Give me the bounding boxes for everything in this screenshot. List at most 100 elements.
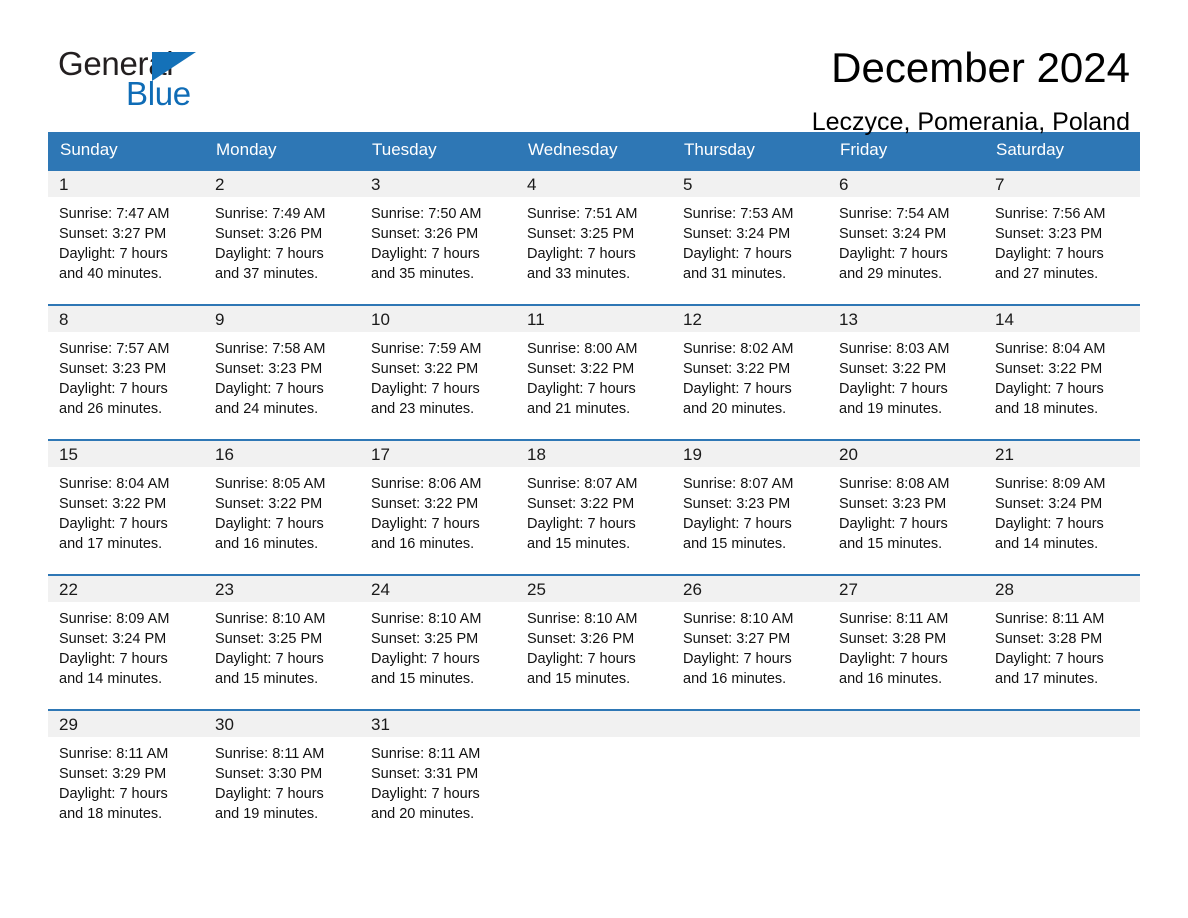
daylight-duration-line2: and 33 minutes. [527,266,631,282]
day-number: 9 [204,306,360,332]
calendar-day-cell[interactable]: 14 Sunrise: 8:04 AM Sunset: 3:22 PM Dayligh… [984,304,1140,440]
calendar-day-cell[interactable]: 30 Sunrise: 8:11 AM Sunset: 3:30 PM Dayligh… [204,709,360,845]
sunrise-time: Sunrise: 7:58 AM [215,341,326,357]
daylight-duration-line1: Daylight: 7 hours [59,381,168,397]
calendar-day-cell[interactable]: 22 Sunrise: 8:09 AM Sunset: 3:24 PM Dayligh… [48,574,204,710]
day-details: Sunrise: 7:50 AM Sunset: 3:26 PM Daylight:… [360,197,516,284]
daylight-duration-line2: and 20 minutes. [371,806,475,822]
calendar-day-cell[interactable]: 29 Sunrise: 8:11 AM Sunset: 3:29 PM Dayligh… [48,709,204,845]
daylight-duration-line1: Daylight: 7 hours [839,246,948,262]
calendar-day-cell[interactable]: 19 Sunrise: 8:07 AM Sunset: 3:23 PM Dayligh… [672,439,828,575]
sunrise-time: Sunrise: 8:03 AM [839,341,950,357]
day-details: Sunrise: 7:59 AM Sunset: 3:22 PM Daylight:… [360,332,516,419]
sunset-time: Sunset: 3:22 PM [683,361,791,377]
weekday-header-wednesday: Wednesday [516,132,672,170]
calendar-day-cell-empty [672,709,828,845]
daylight-duration-line1: Daylight: 7 hours [995,651,1104,667]
daylight-duration-line2: and 16 minutes. [215,536,319,552]
day-number: 14 [984,306,1140,332]
daylight-duration-line1: Daylight: 7 hours [527,651,636,667]
sunset-time: Sunset: 3:28 PM [839,631,947,647]
day-number: 21 [984,441,1140,467]
calendar-day-cell[interactable]: 4 Sunrise: 7:51 AM Sunset: 3:25 PM Daylight… [516,169,672,305]
calendar-day-cell[interactable]: 17 Sunrise: 8:06 AM Sunset: 3:22 PM Dayligh… [360,439,516,575]
calendar-day-cell[interactable]: 28 Sunrise: 8:11 AM Sunset: 3:28 PM Dayligh… [984,574,1140,710]
day-number: 10 [360,306,516,332]
day-details: Sunrise: 8:11 AM Sunset: 3:29 PM Daylight:… [48,737,204,824]
calendar-day-cell[interactable]: 1 Sunrise: 7:47 AM Sunset: 3:27 PM Daylight… [48,169,204,305]
daylight-duration-line2: and 15 minutes. [215,671,319,687]
calendar-day-cell-empty [516,709,672,845]
calendar-day-cell[interactable]: 27 Sunrise: 8:11 AM Sunset: 3:28 PM Dayligh… [828,574,984,710]
daylight-duration-line1: Daylight: 7 hours [995,381,1104,397]
calendar-day-cell[interactable]: 16 Sunrise: 8:05 AM Sunset: 3:22 PM Dayligh… [204,439,360,575]
calendar-week-row: 8 Sunrise: 7:57 AM Sunset: 3:23 PM Daylight… [48,304,1140,440]
calendar-day-cell[interactable]: 11 Sunrise: 8:00 AM Sunset: 3:22 PM Dayligh… [516,304,672,440]
calendar-day-cell[interactable]: 24 Sunrise: 8:10 AM Sunset: 3:25 PM Dayligh… [360,574,516,710]
day-number: 17 [360,441,516,467]
sunrise-time: Sunrise: 7:47 AM [59,206,170,222]
sunrise-time: Sunrise: 8:04 AM [995,341,1106,357]
day-number: 28 [984,576,1140,602]
daylight-duration-line2: and 29 minutes. [839,266,943,282]
general-blue-logo[interactable]: General Blue [58,42,218,116]
calendar-day-cell[interactable]: 5 Sunrise: 7:53 AM Sunset: 3:24 PM Daylight… [672,169,828,305]
calendar-day-cell[interactable]: 25 Sunrise: 8:10 AM Sunset: 3:26 PM Dayligh… [516,574,672,710]
day-number: 24 [360,576,516,602]
daylight-duration-line2: and 16 minutes. [839,671,943,687]
calendar-day-cell[interactable]: 2 Sunrise: 7:49 AM Sunset: 3:26 PM Daylight… [204,169,360,305]
day-details: Sunrise: 7:54 AM Sunset: 3:24 PM Daylight:… [828,197,984,284]
calendar-day-cell[interactable]: 3 Sunrise: 7:50 AM Sunset: 3:26 PM Daylight… [360,169,516,305]
calendar-day-cell[interactable]: 12 Sunrise: 8:02 AM Sunset: 3:22 PM Dayligh… [672,304,828,440]
sunset-time: Sunset: 3:24 PM [59,631,167,647]
calendar-day-cell[interactable]: 10 Sunrise: 7:59 AM Sunset: 3:22 PM Dayligh… [360,304,516,440]
day-number: 6 [828,171,984,197]
daylight-duration-line1: Daylight: 7 hours [683,246,792,262]
calendar-day-cell[interactable]: 20 Sunrise: 8:08 AM Sunset: 3:23 PM Dayligh… [828,439,984,575]
daylight-duration-line1: Daylight: 7 hours [59,786,168,802]
calendar-day-cell[interactable]: 13 Sunrise: 8:03 AM Sunset: 3:22 PM Dayligh… [828,304,984,440]
daylight-duration-line2: and 15 minutes. [527,536,631,552]
day-number: 31 [360,711,516,737]
day-details: Sunrise: 8:05 AM Sunset: 3:22 PM Daylight:… [204,467,360,554]
sunrise-time: Sunrise: 8:04 AM [59,476,170,492]
day-details: Sunrise: 7:56 AM Sunset: 3:23 PM Daylight:… [984,197,1140,284]
day-details: Sunrise: 7:57 AM Sunset: 3:23 PM Daylight:… [48,332,204,419]
calendar-day-cell[interactable]: 9 Sunrise: 7:58 AM Sunset: 3:23 PM Daylight… [204,304,360,440]
calendar-day-cell[interactable]: 23 Sunrise: 8:10 AM Sunset: 3:25 PM Dayligh… [204,574,360,710]
sunset-time: Sunset: 3:23 PM [215,361,323,377]
weekday-header-thursday: Thursday [672,132,828,170]
daylight-duration-line1: Daylight: 7 hours [215,786,324,802]
daylight-duration-line1: Daylight: 7 hours [371,516,480,532]
calendar-day-cell[interactable]: 31 Sunrise: 8:11 AM Sunset: 3:31 PM Dayligh… [360,709,516,845]
calendar-day-cell[interactable]: 8 Sunrise: 7:57 AM Sunset: 3:23 PM Daylight… [48,304,204,440]
sunset-time: Sunset: 3:27 PM [683,631,791,647]
day-details: Sunrise: 8:09 AM Sunset: 3:24 PM Daylight:… [984,467,1140,554]
sunset-time: Sunset: 3:23 PM [995,226,1103,242]
calendar-week-row: 15 Sunrise: 8:04 AM Sunset: 3:22 PM Dayligh… [48,439,1140,575]
day-number: 4 [516,171,672,197]
sunset-time: Sunset: 3:28 PM [995,631,1103,647]
sunrise-time: Sunrise: 8:11 AM [995,611,1105,627]
calendar-day-cell[interactable]: 15 Sunrise: 8:04 AM Sunset: 3:22 PM Dayligh… [48,439,204,575]
sunrise-time: Sunrise: 8:09 AM [995,476,1106,492]
sunrise-time: Sunrise: 8:11 AM [371,746,481,762]
calendar-day-cell[interactable]: 21 Sunrise: 8:09 AM Sunset: 3:24 PM Dayligh… [984,439,1140,575]
calendar-day-cell[interactable]: 6 Sunrise: 7:54 AM Sunset: 3:24 PM Daylight… [828,169,984,305]
calendar-day-cell[interactable]: 18 Sunrise: 8:07 AM Sunset: 3:22 PM Dayligh… [516,439,672,575]
sunrise-time: Sunrise: 8:07 AM [527,476,638,492]
calendar-day-cell[interactable]: 7 Sunrise: 7:56 AM Sunset: 3:23 PM Daylight… [984,169,1140,305]
daylight-duration-line1: Daylight: 7 hours [683,651,792,667]
calendar-week-row: 22 Sunrise: 8:09 AM Sunset: 3:24 PM Dayligh… [48,574,1140,710]
day-details: Sunrise: 8:04 AM Sunset: 3:22 PM Daylight:… [48,467,204,554]
day-number: 23 [204,576,360,602]
day-details: Sunrise: 8:11 AM Sunset: 3:28 PM Daylight:… [828,602,984,689]
daylight-duration-line1: Daylight: 7 hours [59,246,168,262]
calendar-day-cell[interactable]: 26 Sunrise: 8:10 AM Sunset: 3:27 PM Dayligh… [672,574,828,710]
day-details: Sunrise: 7:49 AM Sunset: 3:26 PM Daylight:… [204,197,360,284]
weekday-header-sunday: Sunday [48,132,204,170]
daylight-duration-line1: Daylight: 7 hours [839,651,948,667]
day-details: Sunrise: 8:10 AM Sunset: 3:26 PM Daylight:… [516,602,672,689]
day-number [672,711,828,737]
sunset-time: Sunset: 3:26 PM [527,631,635,647]
